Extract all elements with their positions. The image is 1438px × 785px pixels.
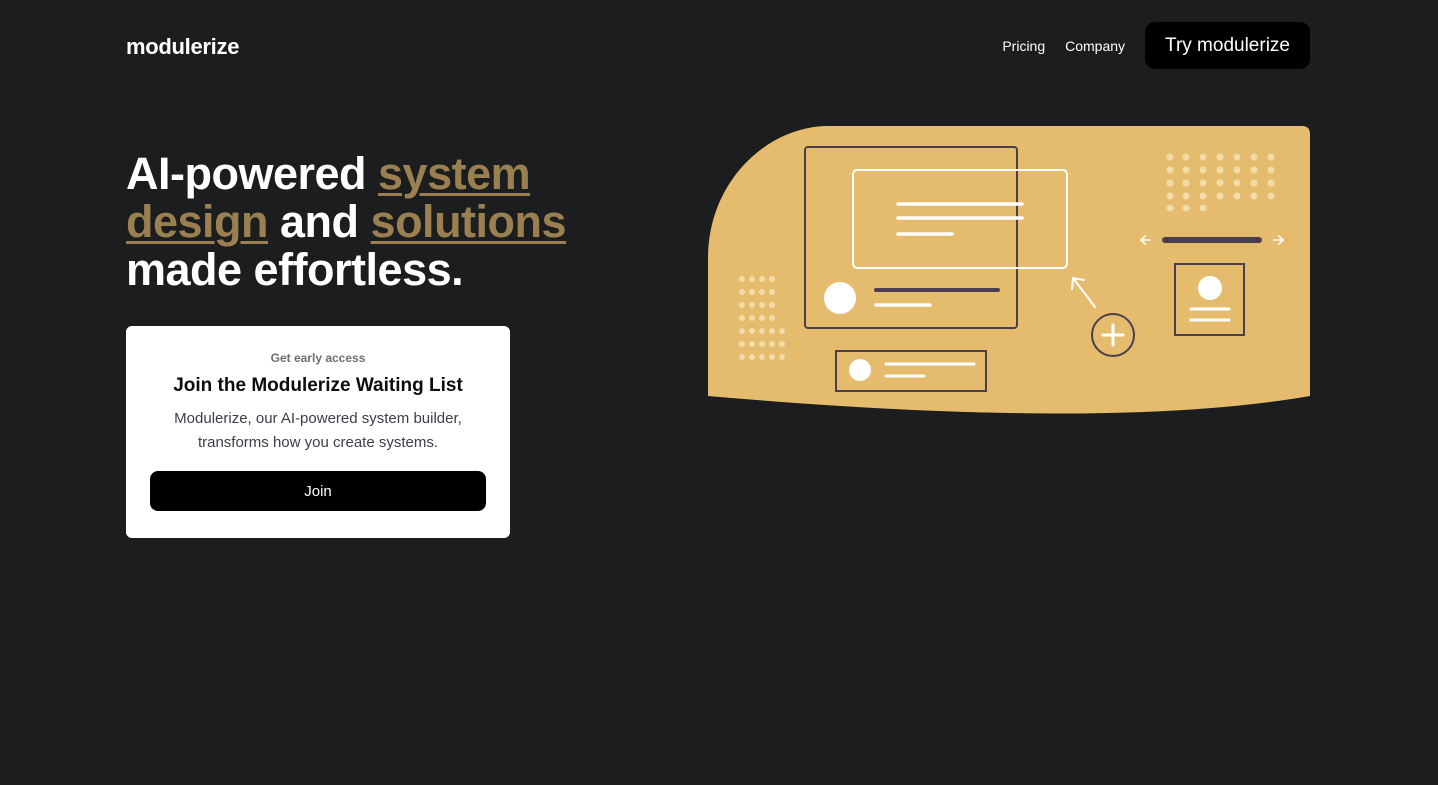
waitlist-card: Get early access Join the Modulerize Wai… [126,326,510,538]
try-modulerize-button[interactable]: Try modulerize [1145,22,1310,69]
hero-highlight-solutions: solutions [370,196,567,247]
small-card-avatar [849,359,871,381]
top-nav: Pricing Company Try modulerize [1002,22,1310,69]
hero-title-part1: AI-powered [126,148,379,199]
hero-title-part2: and [268,196,371,247]
waitlist-title: Join the Modulerize Waiting List [173,375,463,396]
hero-illustration [708,126,1310,414]
avatar-circle [824,282,856,314]
nav-link-company[interactable]: Company [1065,38,1125,54]
logo[interactable]: modulerize [126,34,239,60]
waitlist-eyebrow: Get early access [270,351,366,365]
join-button[interactable]: Join [150,471,486,511]
hero-title: AI-powered system design and solutions m… [126,150,646,294]
profile-avatar-icon [1198,276,1222,300]
hero-title-part3: made effortless. [126,244,464,295]
nav-link-pricing[interactable]: Pricing [1002,38,1045,54]
waitlist-description: Modulerize, our AI-powered system builde… [174,410,462,451]
